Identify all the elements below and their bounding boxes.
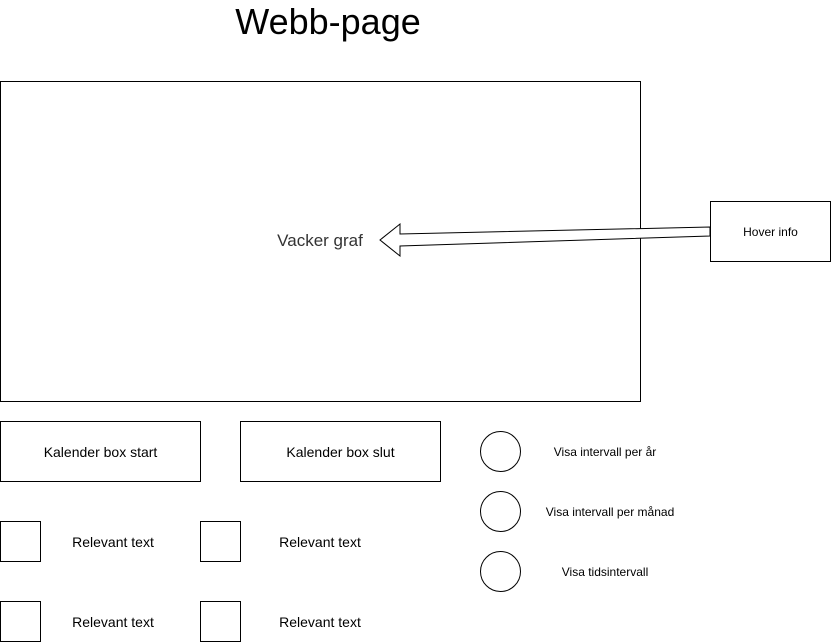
radio-label-year: Visa intervall per år bbox=[553, 445, 657, 459]
radio-label-month: Visa intervall per månad bbox=[545, 505, 675, 519]
checkbox-2[interactable] bbox=[200, 521, 241, 562]
calendar-end-box[interactable]: Kalender box slut bbox=[240, 421, 441, 482]
checkbox-label-4: Relevant text bbox=[279, 614, 361, 630]
checkbox-label-3: Relevant text bbox=[72, 614, 154, 630]
radio-year[interactable] bbox=[480, 431, 521, 472]
radio-label-interval: Visa tidsintervall bbox=[561, 565, 649, 579]
checkbox-label-2: Relevant text bbox=[279, 534, 361, 550]
checkbox-1[interactable] bbox=[0, 521, 41, 562]
radio-interval[interactable] bbox=[480, 551, 521, 592]
radio-month[interactable] bbox=[480, 491, 521, 532]
checkbox-4[interactable] bbox=[200, 601, 241, 642]
calendar-start-box[interactable]: Kalender box start bbox=[0, 421, 201, 482]
arrow-shape bbox=[379, 222, 711, 258]
checkbox-label-1: Relevant text bbox=[72, 534, 154, 550]
checkbox-3[interactable] bbox=[0, 601, 41, 642]
